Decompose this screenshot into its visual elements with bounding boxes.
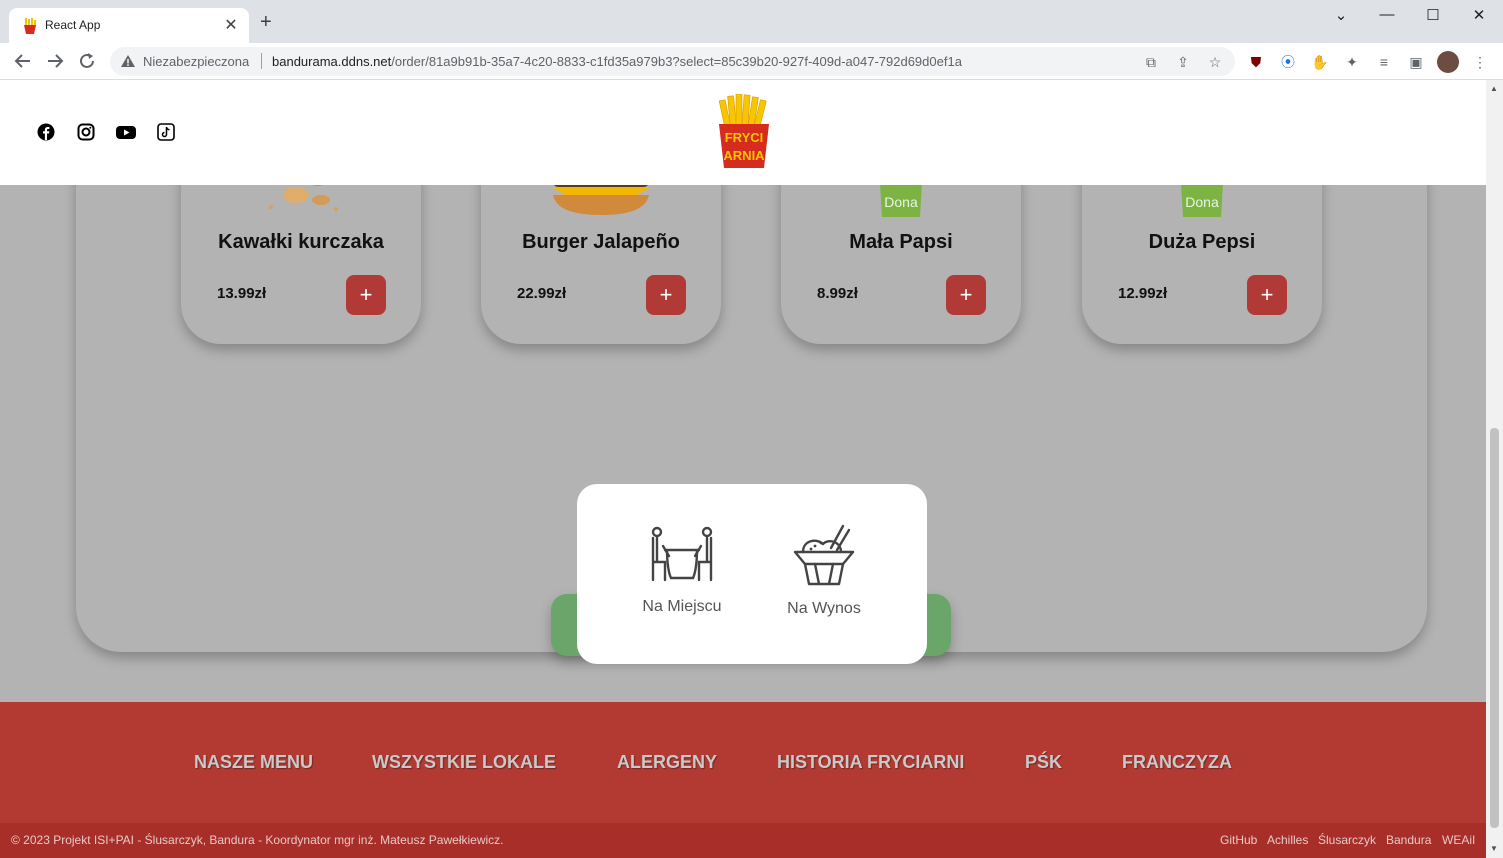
side-panel-icon[interactable]: ▣ <box>1406 52 1426 72</box>
browser-tab-strip: React App ✕ + ⌄ — ☐ ✕ <box>0 0 1503 43</box>
svg-text:Dona: Dona <box>1185 194 1219 210</box>
svg-text:Dona: Dona <box>884 194 918 210</box>
takeaway-option[interactable]: Na Wynos <box>769 524 879 618</box>
site-footer: NASZE MENU WSZYSTKIE LOKALE ALERGENY HIS… <box>0 702 1486 823</box>
url-divider <box>261 53 262 69</box>
add-to-order-button[interactable]: + <box>346 275 386 315</box>
fries-favicon-icon <box>24 18 36 34</box>
product-name: Mała Papsi <box>849 231 953 253</box>
credit-link-github[interactable]: GitHub <box>1220 833 1257 847</box>
fryciarnia-logo[interactable]: FRYCI ARNIA <box>716 94 772 170</box>
profile-avatar[interactable] <box>1437 51 1459 73</box>
product-price: 12.99zł <box>1118 285 1168 302</box>
youtube-icon[interactable] <box>116 123 136 141</box>
audio-extension-icon[interactable]: ⦿ <box>1278 52 1298 72</box>
takeaway-label: Na Wynos <box>787 600 861 617</box>
not-secure-label: Niezabezpieczona <box>143 54 250 69</box>
forward-arrow-icon[interactable] <box>44 50 66 72</box>
product-price: 13.99zł <box>217 285 267 302</box>
footer-link-psk[interactable]: PŚK <box>1025 752 1062 773</box>
tab-title: React App <box>45 18 101 32</box>
logo-text-line1: FRYCI <box>725 130 764 145</box>
footer-link-history[interactable]: HISTORIA FRYCIARNI <box>777 752 964 773</box>
scroll-down-arrow-icon[interactable]: ▼ <box>1490 844 1498 853</box>
maximize-button[interactable]: ☐ <box>1418 6 1448 24</box>
facebook-icon[interactable] <box>37 123 55 141</box>
dine-in-label: Na Miejscu <box>642 598 722 615</box>
address-bar[interactable]: Niezabezpieczona bandurama.ddns.net/orde… <box>110 47 1235 76</box>
close-window-button[interactable]: ✕ <box>1464 6 1494 24</box>
site-header: FRYCI ARNIA <box>0 80 1486 185</box>
scrollbar-thumb[interactable] <box>1490 428 1499 828</box>
logo-text-line2: ARNIA <box>723 148 765 163</box>
credit-link-slusarczyk[interactable]: Ślusarczyk <box>1318 833 1376 847</box>
order-type-dialog: Na Miejscu Na Wynos <box>577 484 927 664</box>
footer-link-franchise[interactable]: FRANCZYZA <box>1122 752 1232 773</box>
reload-icon[interactable] <box>76 50 98 72</box>
warning-triangle-icon <box>121 55 135 67</box>
product-price: 8.99zł <box>817 285 858 302</box>
share-icon[interactable]: ⇪ <box>1174 53 1192 71</box>
more-menu-icon[interactable]: ⋮ <box>1470 52 1490 72</box>
dine-in-table-icon <box>651 526 713 582</box>
media-queue-icon[interactable]: ≡ <box>1374 52 1394 72</box>
product-price: 22.99zł <box>517 285 567 302</box>
order-section: Kawałki kurczaka 13.99zł + Burger Jalape… <box>0 105 1486 702</box>
product-name: Duża Pepsi <box>1148 231 1256 253</box>
tab-close-icon[interactable]: ✕ <box>221 15 241 35</box>
footer-link-menu[interactable]: NASZE MENU <box>194 752 313 773</box>
credit-link-weaii[interactable]: WEAiI <box>1442 833 1475 847</box>
bookmark-star-icon[interactable]: ☆ <box>1206 53 1224 71</box>
dislike-extension-icon[interactable]: ✋ <box>1310 52 1330 72</box>
browser-tab[interactable]: React App ✕ <box>9 8 249 43</box>
footer-link-allergens[interactable]: ALERGENY <box>617 752 717 773</box>
page-scrollbar[interactable]: ▲ ▼ <box>1486 80 1503 858</box>
tab-search-icon[interactable]: ⌄ <box>1326 6 1356 24</box>
back-arrow-icon[interactable] <box>12 50 34 72</box>
extensions-puzzle-icon[interactable]: ✦ <box>1342 52 1362 72</box>
translate-icon[interactable]: ⧉ <box>1142 53 1160 71</box>
url-host: bandurama.ddns.net <box>272 54 392 69</box>
url-text[interactable]: bandurama.ddns.net/order/81a9b91b-35a7-4… <box>272 54 962 69</box>
credit-link-bandura[interactable]: Bandura <box>1386 833 1431 847</box>
footer-link-locations[interactable]: WSZYSTKIE LOKALE <box>372 752 556 773</box>
product-name: Kawałki kurczaka <box>218 231 384 253</box>
add-to-order-button[interactable]: + <box>646 275 686 315</box>
copyright-bar: © 2023 Projekt ISI+PAI - Ślusarczyk, Ban… <box>0 823 1486 858</box>
dine-in-option[interactable]: Na Miejscu <box>627 524 737 616</box>
url-path: /order/81a9b91b-35a7-4c20-8833-c1fd35a97… <box>391 54 962 69</box>
tiktok-icon[interactable] <box>157 123 175 141</box>
add-to-order-button[interactable]: + <box>946 275 986 315</box>
copyright-text: © 2023 Projekt ISI+PAI - Ślusarczyk, Ban… <box>11 833 504 847</box>
scroll-up-arrow-icon[interactable]: ▲ <box>1490 84 1498 93</box>
add-to-order-button[interactable]: + <box>1247 275 1287 315</box>
takeaway-box-icon <box>793 524 855 586</box>
ublock-shield-icon[interactable]: ⛊ <box>1246 52 1266 72</box>
web-page: FRYCI ARNIA Kawałki kurczaka 13.99zł + B… <box>0 80 1486 858</box>
instagram-icon[interactable] <box>77 123 95 141</box>
product-name: Burger Jalapeño <box>522 231 680 253</box>
minimize-button[interactable]: — <box>1372 6 1402 23</box>
new-tab-button[interactable]: + <box>260 12 272 32</box>
credit-link-achilles[interactable]: Achilles <box>1267 833 1308 847</box>
